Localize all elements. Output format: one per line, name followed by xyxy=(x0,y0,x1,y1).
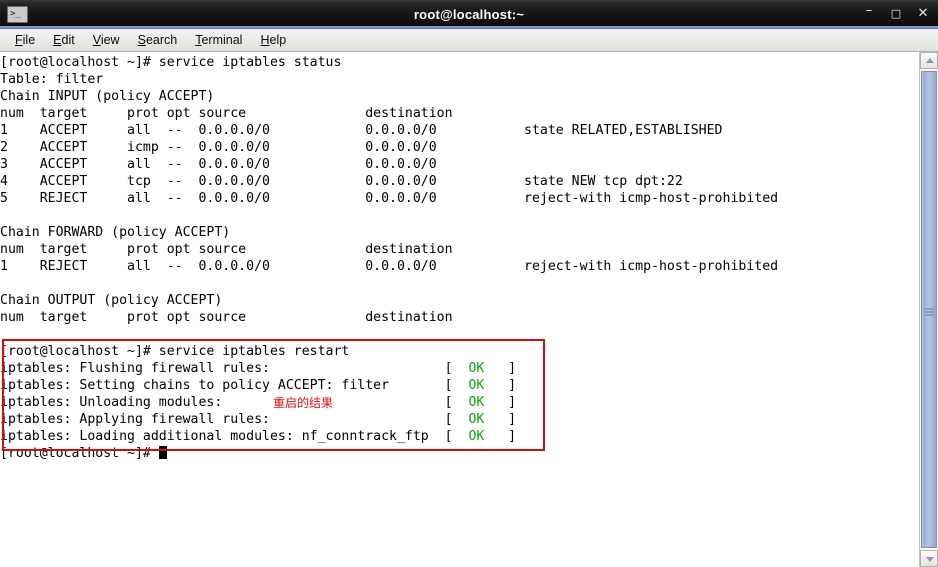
close-icon: ✕ xyxy=(917,6,929,21)
menu-item-terminal[interactable]: Terminal xyxy=(186,31,251,49)
status-message: iptables: Loading additional modules: nf… xyxy=(0,429,469,444)
terminal-line: 1 ACCEPT all -- 0.0.0.0/0 0.0.0.0/0 stat… xyxy=(0,123,723,138)
terminal-line: num target prot opt source destination xyxy=(0,106,453,121)
scrollbar-grip-icon xyxy=(924,306,934,315)
menu-item-help[interactable]: Help xyxy=(251,31,295,49)
scroll-up-arrow-icon[interactable] xyxy=(920,52,938,69)
terminal-command-line: [root@localhost ~]# service iptables res… xyxy=(0,344,350,359)
window-title: root@localhost:~ xyxy=(413,6,525,22)
status-badge: OK xyxy=(468,429,485,444)
terminal-line: Chain INPUT (policy ACCEPT) xyxy=(0,89,215,104)
terminal-output-area[interactable]: [root@localhost ~]# service iptables sta… xyxy=(0,52,919,567)
minimize-icon: – xyxy=(865,3,873,18)
terminal-status-line: iptables: Loading additional modules: nf… xyxy=(0,428,778,445)
menu-label-rest: iew xyxy=(100,33,120,47)
text-cursor xyxy=(158,446,168,459)
terminal-line: 5 REJECT all -- 0.0.0.0/0 0.0.0.0/0 reje… xyxy=(0,191,779,206)
status-message: iptables: Setting chains to policy ACCEP… xyxy=(0,378,469,393)
terminal-line: Chain FORWARD (policy ACCEPT) xyxy=(0,225,231,240)
terminal-line: Chain OUTPUT (policy ACCEPT) xyxy=(0,293,223,308)
status-message: iptables: Flushing firewall rules: [ xyxy=(0,361,469,376)
scrollbar-track[interactable] xyxy=(920,69,938,550)
menu-mnemonic: V xyxy=(92,33,101,47)
menubar: File Edit View Search Terminal Help xyxy=(0,29,938,52)
terminal-line: num target prot opt source destination xyxy=(0,242,453,257)
scrollbar-thumb[interactable] xyxy=(921,71,937,548)
status-bracket-close: ] xyxy=(484,361,517,376)
terminal-status-line: iptables: Setting chains to policy ACCEP… xyxy=(0,377,778,394)
window-controls: – □ ✕ xyxy=(862,0,930,28)
scroll-down-arrow-icon[interactable] xyxy=(920,550,938,567)
menu-mnemonic: E xyxy=(53,33,62,47)
status-badge: OK xyxy=(468,361,485,376)
status-bracket-close: ] xyxy=(484,378,517,393)
terminal-line: [root@localhost ~]# service iptables sta… xyxy=(0,55,342,70)
menu-mnemonic: F xyxy=(15,33,23,47)
terminal-line: 1 REJECT all -- 0.0.0.0/0 0.0.0.0/0 reje… xyxy=(0,259,779,274)
terminal-body-wrapper: [root@localhost ~]# service iptables sta… xyxy=(0,52,938,567)
menu-label-rest: ile xyxy=(22,33,36,47)
menu-label-rest: dit xyxy=(61,33,75,47)
terminal-status-line: iptables: Flushing firewall rules: [ OK … xyxy=(0,360,778,377)
status-message: iptables: Applying firewall rules: [ xyxy=(0,412,469,427)
menu-item-view[interactable]: View xyxy=(84,31,129,49)
menu-label-rest: elp xyxy=(269,33,287,47)
status-bracket-close: ] xyxy=(484,429,517,444)
terminal-line: 2 ACCEPT icmp -- 0.0.0.0/0 0.0.0.0/0 xyxy=(0,140,437,155)
terminal-line: Table: filter xyxy=(0,72,104,87)
close-button[interactable]: ✕ xyxy=(916,7,930,21)
terminal-line: 4 ACCEPT tcp -- 0.0.0.0/0 0.0.0.0/0 stat… xyxy=(0,174,683,189)
menu-item-edit[interactable]: Edit xyxy=(44,31,84,49)
status-badge: OK xyxy=(468,378,485,393)
maximize-icon: □ xyxy=(890,7,902,20)
terminal-scrollbar[interactable] xyxy=(919,52,938,567)
terminal-status-line: iptables: Unloading modules: [ OK ] xyxy=(0,394,778,411)
status-badge: OK xyxy=(468,395,485,410)
annotation-label: 重启的结果 xyxy=(273,396,334,410)
window-titlebar[interactable]: root@localhost:~ – □ ✕ xyxy=(0,0,938,29)
status-bracket-close: ] xyxy=(484,412,517,427)
menu-item-search[interactable]: Search xyxy=(129,31,187,49)
minimize-button[interactable]: – xyxy=(862,3,876,21)
menu-label-rest: earch xyxy=(145,33,178,47)
terminal-icon xyxy=(7,5,28,23)
menu-item-file[interactable]: File xyxy=(6,31,44,49)
menu-label-rest: erminal xyxy=(201,33,243,47)
status-bracket-close: ] xyxy=(484,395,517,410)
shell-prompt: [root@localhost ~]# xyxy=(0,446,159,461)
menu-mnemonic: S xyxy=(137,33,146,47)
status-badge: OK xyxy=(468,412,485,427)
terminal-text: [root@localhost ~]# service iptables sta… xyxy=(0,54,778,462)
terminal-prompt-line: [root@localhost ~]# xyxy=(0,445,778,462)
terminal-line: 3 ACCEPT all -- 0.0.0.0/0 0.0.0.0/0 xyxy=(0,157,437,172)
terminal-window: root@localhost:~ – □ ✕ File Edit View Se… xyxy=(0,0,938,567)
terminal-line: num target prot opt source destination xyxy=(0,310,453,325)
status-message: iptables: Unloading modules: [ xyxy=(0,395,469,410)
terminal-status-line: iptables: Applying firewall rules: [ OK … xyxy=(0,411,778,428)
menu-mnemonic: H xyxy=(260,33,270,47)
maximize-button[interactable]: □ xyxy=(889,7,903,21)
